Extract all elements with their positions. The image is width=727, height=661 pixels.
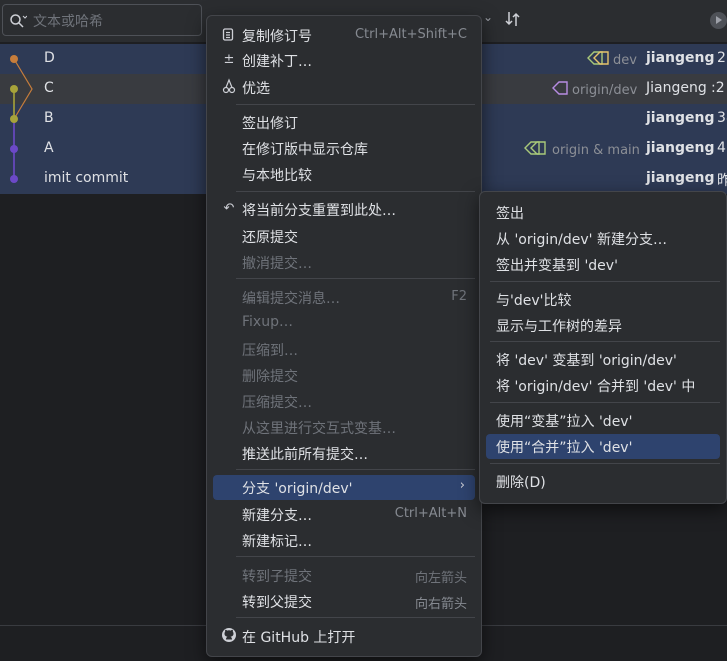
patch-icon: ± [223, 52, 235, 67]
menu-compare-local[interactable]: 与本地比较 [213, 162, 475, 187]
commit-subject: D [44, 50, 55, 66]
submenu-compare-with[interactable]: 与'dev'比较 [486, 287, 720, 312]
branch-ref[interactable]: dev [586, 50, 637, 70]
commit-author: jiangeng [646, 110, 715, 126]
commit-date: :2 [711, 80, 725, 96]
menu-separator [236, 104, 475, 105]
menu-separator [236, 556, 475, 557]
github-icon [221, 627, 237, 645]
commit-node [10, 175, 18, 183]
menu-branch-origin-dev[interactable]: 分支 'origin/dev' › [213, 475, 475, 500]
branch-ref[interactable]: origin/dev [551, 80, 637, 100]
search-input[interactable]: 文本或哈希 [2, 4, 202, 36]
commit-date: 2 [717, 50, 726, 66]
commit-node [10, 55, 18, 63]
menu-squash-commits: 压缩提交… [242, 395, 312, 411]
menu-undo-commit: 撤消提交… [242, 256, 312, 272]
commit-date: 4( [717, 140, 727, 156]
submenu-pull-rebase[interactable]: 使用“变基”拉入 'dev' [486, 408, 720, 433]
menu-show-repo-at-revision[interactable]: 在修订版中显示仓库 [213, 136, 475, 161]
branch-ref[interactable]: origin & main [523, 140, 640, 160]
tag-icon [523, 140, 549, 160]
menu-fixup: Fixup… [242, 314, 293, 330]
commit-node [10, 145, 18, 153]
search-placeholder: 文本或哈希 [33, 14, 103, 30]
commit-subject: B [44, 110, 54, 126]
search-icon [9, 13, 28, 33]
tag-icon [586, 50, 610, 70]
submenu-new-branch-from[interactable]: 从 'origin/dev' 新建分支… [486, 226, 720, 251]
menu-reset-branch[interactable]: ↶ 将当前分支重置到此处… [213, 197, 475, 222]
tag-icon [551, 80, 569, 100]
menu-edit-message: 编辑提交消息… F2 [242, 289, 467, 307]
filter-chevron-icon[interactable]: ⌄ [483, 10, 493, 24]
submenu-checkout-and-rebase[interactable]: 签出并变基到 'dev' [486, 252, 720, 277]
menu-new-branch[interactable]: 新建分支… Ctrl+Alt+N [213, 502, 475, 527]
menu-separator [236, 191, 475, 192]
menu-create-patch[interactable]: ± 创建补丁… [213, 48, 475, 73]
menu-go-child: 转到子提交 向左箭头 [242, 569, 467, 586]
menu-separator [490, 281, 720, 282]
menu-separator [236, 278, 475, 279]
commit-author: jiangeng [646, 140, 715, 156]
menu-new-tag[interactable]: 新建标记… [213, 528, 475, 553]
menu-squash-into: 压缩到… [242, 343, 298, 359]
commit-subject: imit commit [44, 170, 129, 186]
commit-author: jiangeng [646, 50, 715, 66]
menu-revert-commit[interactable]: 还原提交 [213, 224, 475, 249]
run-icon[interactable] [710, 12, 727, 29]
commit-author: Jiangeng [646, 80, 707, 96]
commit-author: jiangeng [646, 170, 715, 186]
commit-context-menu: 复制修订号 Ctrl+Alt+Shift+C ± 创建补丁… 优选 签出修订 在… [206, 15, 482, 657]
commit-date: 昨 [717, 173, 727, 189]
menu-separator [490, 463, 720, 464]
chevron-right-icon: › [459, 478, 465, 493]
submenu-merge-into[interactable]: 将 'origin/dev' 合并到 'dev' 中 [486, 373, 720, 398]
menu-copy-revision[interactable]: 复制修订号 Ctrl+Alt+Shift+C [213, 23, 475, 48]
commit-node [10, 115, 18, 123]
commit-subject: C [44, 80, 54, 96]
menu-separator [236, 469, 475, 470]
menu-push-all-up-to[interactable]: 推送此前所有提交… [213, 441, 475, 466]
submenu-checkout[interactable]: 签出 [486, 200, 720, 225]
commit-subject: A [44, 140, 54, 156]
menu-go-parent[interactable]: 转到父提交 向右箭头 [213, 589, 475, 614]
commit-date: 38 [717, 110, 727, 126]
submenu-delete[interactable]: 删除(D) [486, 469, 720, 494]
reset-icon: ↶ [223, 201, 235, 216]
commit-node [10, 85, 18, 93]
menu-drop-commit: 删除提交 [242, 369, 298, 385]
cherry-pick-icon [221, 78, 237, 96]
copy-icon [221, 26, 237, 44]
submenu-pull-merge[interactable]: 使用“合并”拉入 'dev' [486, 434, 720, 459]
submenu-rebase-onto[interactable]: 将 'dev' 变基到 'origin/dev' [486, 347, 720, 372]
menu-cherry-pick[interactable]: 优选 [213, 75, 475, 100]
branch-submenu: 签出 从 'origin/dev' 新建分支… 签出并变基到 'dev' 与'd… [479, 191, 727, 504]
submenu-show-diff-worktree[interactable]: 显示与工作树的差异 [486, 313, 720, 338]
menu-interactive-rebase: 从这里进行交互式变基… [242, 421, 396, 437]
menu-checkout-revision[interactable]: 签出修订 [213, 110, 475, 135]
menu-separator [236, 617, 475, 618]
menu-separator [490, 402, 720, 403]
menu-separator [490, 341, 720, 342]
commit-graph [10, 55, 33, 183]
menu-open-github[interactable]: 在 GitHub 上打开 [213, 624, 475, 649]
sort-icon[interactable] [505, 10, 521, 32]
